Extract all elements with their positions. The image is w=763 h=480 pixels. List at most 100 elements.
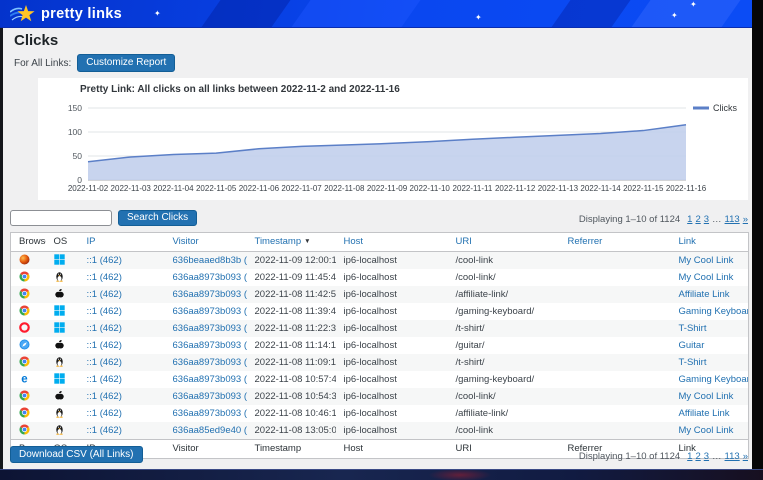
host-cell: ip6-localhost xyxy=(336,337,448,354)
search-clicks-button[interactable]: Search Clicks xyxy=(118,210,197,226)
visitor-link[interactable]: 636aa8973b093 (1) xyxy=(173,289,247,300)
table-row: ::1 (462) 636aa8973b093 (1)2022-11-08 10:… xyxy=(11,388,749,405)
page-link-2[interactable]: 2 xyxy=(695,214,700,225)
pretty-link[interactable]: T-Shirt xyxy=(679,357,707,368)
ip-link[interactable]: ::1 (462) xyxy=(87,374,122,385)
search-input[interactable] xyxy=(10,210,112,226)
visitor-link[interactable]: 636aa8973b093 (1) xyxy=(173,306,247,317)
pretty-link[interactable]: Gaming Keyboard xyxy=(679,374,749,385)
visitor-link[interactable]: 636aa8973b093 (1) xyxy=(173,272,247,283)
apple-icon xyxy=(54,339,65,350)
timestamp-cell: 2022-11-08 10:54:35 xyxy=(247,388,336,405)
banner-stripe xyxy=(282,0,427,28)
referrer-cell xyxy=(560,371,671,388)
host-cell: ip6-localhost xyxy=(336,252,448,270)
visitor-link[interactable]: 636aa8973b093 (1) xyxy=(173,374,247,385)
ip-link[interactable]: ::1 (462) xyxy=(87,289,122,300)
column-header-referrer[interactable]: Referrer xyxy=(560,233,671,252)
referrer-cell xyxy=(560,286,671,303)
column-header-timestamp[interactable]: Timestamp▼ xyxy=(247,233,336,252)
ip-link[interactable]: ::1 (462) xyxy=(87,272,122,283)
pretty-link[interactable]: Gaming Keyboard xyxy=(679,306,749,317)
pretty-link[interactable]: Affiliate Link xyxy=(679,289,730,300)
pretty-link[interactable]: My Cool Link xyxy=(679,391,734,402)
page-link-»[interactable]: » xyxy=(743,214,748,225)
svg-text:150: 150 xyxy=(68,103,82,113)
pretty-link[interactable]: My Cool Link xyxy=(679,272,734,283)
svg-text:2022-11-13: 2022-11-13 xyxy=(538,184,579,193)
sparkle-icon: ✦ xyxy=(671,12,678,20)
ip-link[interactable]: ::1 (462) xyxy=(87,357,122,368)
timestamp-cell: 2022-11-08 11:22:36 xyxy=(247,320,336,337)
ip-link[interactable]: ::1 (462) xyxy=(87,323,122,334)
visitor-link[interactable]: 636aa8973b093 (1) xyxy=(173,340,247,351)
linux-icon xyxy=(54,271,65,282)
host-cell: ip6-localhost xyxy=(336,303,448,320)
visitor-link[interactable]: 636aa85ed9e40 (1) xyxy=(173,425,247,436)
host-cell: ip6-localhost xyxy=(336,286,448,303)
page-ellipsis: … xyxy=(712,451,722,462)
column-header-visitor[interactable]: Visitor xyxy=(165,233,247,252)
column-header-uri[interactable]: URI xyxy=(448,233,560,252)
table-row: ::1 (462)636aa8973b093 (1)2022-11-09 11:… xyxy=(11,269,749,286)
visitor-link[interactable]: 636aa8973b093 (1) xyxy=(173,391,247,402)
column-header-uri: URI xyxy=(448,440,560,459)
page-link-113[interactable]: 113 xyxy=(725,214,740,225)
uri-cell: /affiliate-link/ xyxy=(448,405,560,422)
column-header-host: Host xyxy=(336,440,448,459)
page-link-3[interactable]: 3 xyxy=(704,214,709,225)
filter-row: For All Links: Customize Report xyxy=(14,54,175,72)
svg-text:50: 50 xyxy=(73,151,83,161)
ip-link[interactable]: ::1 (462) xyxy=(87,306,122,317)
clicks-table: BrowserOSIPVisitorTimestamp▼HostURIRefer… xyxy=(10,232,749,459)
ip-link[interactable]: ::1 (462) xyxy=(87,255,122,266)
visitor-link[interactable]: 636aa8973b093 (1) xyxy=(173,323,247,334)
customize-report-button[interactable]: Customize Report xyxy=(77,54,175,72)
column-header-host[interactable]: Host xyxy=(336,233,448,252)
ip-link[interactable]: ::1 (462) xyxy=(87,425,122,436)
page-link-1[interactable]: 1 xyxy=(687,451,692,462)
ip-link[interactable]: ::1 (462) xyxy=(87,391,122,402)
pretty-link[interactable]: My Cool Link xyxy=(679,255,734,266)
pagination-summary: Displaying 1–10 of 1124 xyxy=(579,451,680,462)
clicks-table-body: ::1 (462)636beaaed8b3b (1)2022-11-09 12:… xyxy=(11,252,749,440)
download-csv-button[interactable]: Download CSV (All Links) xyxy=(10,446,143,463)
svg-text:2022-11-10: 2022-11-10 xyxy=(410,184,451,193)
host-cell: ip6-localhost xyxy=(336,405,448,422)
column-header-browser: Browser xyxy=(11,233,46,252)
sparkle-icon: ✦ xyxy=(690,1,697,9)
page-link-2[interactable]: 2 xyxy=(695,451,700,462)
visitor-link[interactable]: 636aa8973b093 (1) xyxy=(173,408,247,419)
ip-link[interactable]: ::1 (462) xyxy=(87,340,122,351)
column-header-os: OS xyxy=(46,233,79,252)
host-cell: ip6-localhost xyxy=(336,371,448,388)
uri-cell: /affiliate-link/ xyxy=(448,286,560,303)
timestamp-cell: 2022-11-08 10:57:43 xyxy=(247,371,336,388)
window-edge xyxy=(0,28,3,469)
page-link-3[interactable]: 3 xyxy=(704,451,709,462)
legend-label: Clicks xyxy=(713,103,737,113)
page-link-1[interactable]: 1 xyxy=(687,214,692,225)
chrome-icon xyxy=(19,271,30,282)
timestamp-cell: 2022-11-08 10:46:19 xyxy=(247,405,336,422)
chrome-icon xyxy=(19,424,30,435)
page-link-113[interactable]: 113 xyxy=(725,451,740,462)
linux-icon xyxy=(54,407,65,418)
brand-banner: ✦ ✦ ✦ ✦ pretty links xyxy=(0,0,752,28)
windows-icon xyxy=(54,305,65,316)
ip-link[interactable]: ::1 (462) xyxy=(87,408,122,419)
pretty-link[interactable]: T-Shirt xyxy=(679,323,707,334)
page-link-»[interactable]: » xyxy=(743,451,748,462)
column-header-link[interactable]: Link xyxy=(671,233,749,252)
pretty-link[interactable]: Guitar xyxy=(679,340,705,351)
visitor-link[interactable]: 636beaaed8b3b (1) xyxy=(173,255,247,266)
clicks-chart-card: Pretty Link: All clicks on all links bet… xyxy=(38,78,748,200)
column-header-ip[interactable]: IP xyxy=(79,233,165,252)
column-header-timestamp: Timestamp xyxy=(247,440,336,459)
pretty-link[interactable]: Affiliate Link xyxy=(679,408,730,419)
pretty-link[interactable]: My Cool Link xyxy=(679,425,734,436)
chrome-icon xyxy=(19,390,30,401)
banner-stripe xyxy=(542,0,637,28)
visitor-link[interactable]: 636aa8973b093 (1) xyxy=(173,357,247,368)
pagination-top: Displaying 1–10 of 1124123…113» xyxy=(579,214,748,225)
